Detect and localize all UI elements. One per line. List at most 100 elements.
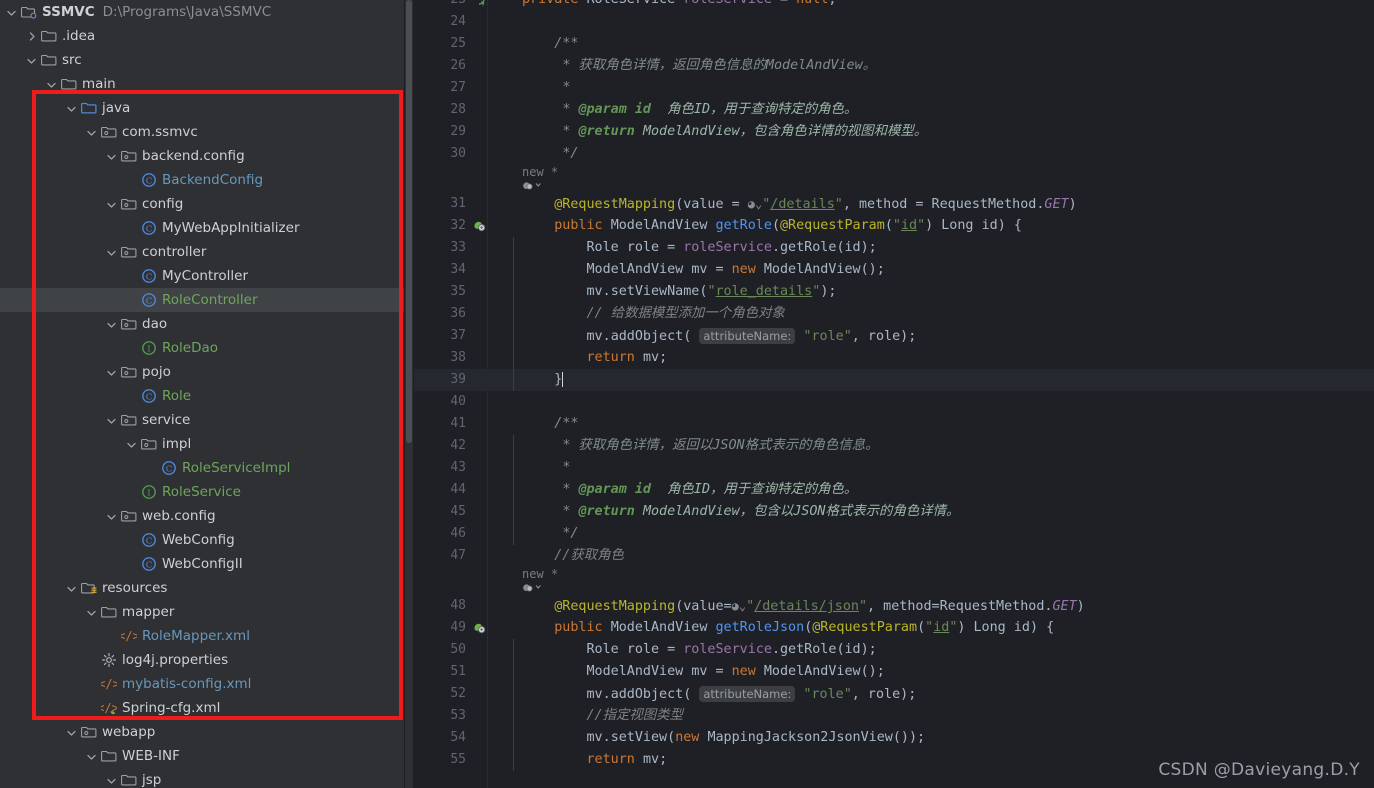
tree-item-webapp[interactable]: webapp bbox=[0, 720, 404, 744]
tree-item-ssmvc[interactable]: SSMVC D:\Programs\Java\SSMVC bbox=[0, 0, 404, 24]
chevron-down-icon[interactable] bbox=[106, 367, 117, 378]
tree-item-com-ssmvc[interactable]: com.ssmvc bbox=[0, 120, 404, 144]
gutter-bean-icon[interactable] bbox=[472, 620, 488, 636]
tree-item-backend-config[interactable]: backend.config bbox=[0, 144, 404, 168]
code-line-26[interactable]: 26 * 获取角色详情，返回角色信息的ModelAndView。 bbox=[414, 55, 1374, 77]
tree-item-mapper[interactable]: mapper bbox=[0, 600, 404, 624]
code-line-41[interactable]: 41 /** bbox=[414, 413, 1374, 435]
tree-item-roledao[interactable]: I RoleDao bbox=[0, 336, 404, 360]
tree-item-webconfig[interactable]: C WebConfig bbox=[0, 528, 404, 552]
code-line-51[interactable]: 51 ModelAndView mv = new ModelAndView(); bbox=[414, 661, 1374, 683]
code-line-40[interactable]: 40 bbox=[414, 391, 1374, 413]
chevron-right-icon[interactable] bbox=[26, 31, 37, 42]
code-line-39[interactable]: 39 } bbox=[414, 369, 1374, 391]
tree-item-web-inf[interactable]: WEB-INF bbox=[0, 744, 404, 768]
tree-item-mywebappinitializer[interactable]: C MyWebAppInitializer bbox=[0, 216, 404, 240]
code-line-54[interactable]: 54 mv.setView(new MappingJackson2JsonVie… bbox=[414, 727, 1374, 749]
chevron-down-icon[interactable] bbox=[66, 727, 77, 738]
chevron-down-icon[interactable] bbox=[106, 247, 117, 258]
tree-item-main[interactable]: main bbox=[0, 72, 404, 96]
spring-bean-gutter-icon[interactable] bbox=[522, 179, 544, 193]
tree-item-mybatis-config-xml[interactable]: </> mybatis-config.xml bbox=[0, 672, 404, 696]
scrollbar-thumb[interactable] bbox=[406, 0, 412, 443]
tree-item-role[interactable]: C Role bbox=[0, 384, 404, 408]
chevron-down-icon[interactable] bbox=[86, 127, 97, 138]
tree-item-rolemapper-xml[interactable]: </> RoleMapper.xml bbox=[0, 624, 404, 648]
tree-item-dao[interactable]: dao bbox=[0, 312, 404, 336]
gutter-bean-icon[interactable] bbox=[472, 218, 488, 234]
chevron-down-icon[interactable] bbox=[126, 439, 137, 450]
code-line-27[interactable]: 27 * bbox=[414, 77, 1374, 99]
code-line-23[interactable]: 23 private RoleService roleService = null… bbox=[414, 0, 1374, 11]
chevron-down-icon[interactable] bbox=[66, 103, 77, 114]
code-line-46[interactable]: 46 */ bbox=[414, 523, 1374, 545]
tree-item-pojo[interactable]: pojo bbox=[0, 360, 404, 384]
code-line-52[interactable]: 52 mv.addObject( attributeName: "role", … bbox=[414, 683, 1374, 705]
code-line-45[interactable]: 45 * @return ModelAndView，包含以JSON格式表示的角色… bbox=[414, 501, 1374, 523]
code-line-49[interactable]: 49 public ModelAndView getRoleJson(@Requ… bbox=[414, 617, 1374, 639]
chevron-down-icon[interactable] bbox=[106, 775, 117, 786]
tree-item-java[interactable]: java bbox=[0, 96, 404, 120]
chevron-down-icon[interactable] bbox=[86, 751, 97, 762]
code-line-31[interactable]: 31 @RequestMapping(value = ◕⌄"/details",… bbox=[414, 193, 1374, 215]
chevron-down-icon[interactable] bbox=[86, 607, 97, 618]
chevron-down-icon[interactable] bbox=[46, 79, 57, 90]
code-line-48[interactable]: 48 @RequestMapping(value=◕⌄"/details/jso… bbox=[414, 595, 1374, 617]
tree-item-mycontroller[interactable]: C MyController bbox=[0, 264, 404, 288]
tree-item-impl[interactable]: impl bbox=[0, 432, 404, 456]
code-line-28[interactable]: 28 * @param id 角色ID，用于查询特定的角色。 bbox=[414, 99, 1374, 121]
chevron-down-icon[interactable] bbox=[106, 151, 117, 162]
tree-item-rolecontroller[interactable]: C RoleController bbox=[0, 288, 404, 312]
project-tree-scrollbar[interactable] bbox=[405, 0, 413, 788]
code-line-50[interactable]: 50 Role role = roleService.getRole(id); bbox=[414, 639, 1374, 661]
code-line-47[interactable]: 47 //获取角色 bbox=[414, 545, 1374, 567]
line-number: 42 bbox=[450, 438, 466, 453]
line-number: 55 bbox=[450, 752, 466, 767]
code-line-44[interactable]: 44 * @param id 角色ID，用于查询特定的角色。 bbox=[414, 479, 1374, 501]
code-line-53[interactable]: 53 //指定视图类型 bbox=[414, 705, 1374, 727]
tree-item-roleserviceimpl[interactable]: C RoleServiceImpl bbox=[0, 456, 404, 480]
folder-icon bbox=[41, 52, 57, 68]
spring-bean-gutter-icon[interactable] bbox=[522, 581, 544, 595]
chevron-down-icon[interactable] bbox=[106, 511, 117, 522]
chevron-down-icon[interactable] bbox=[106, 319, 117, 330]
tree-item-config[interactable]: config bbox=[0, 192, 404, 216]
tree-item--idea[interactable]: .idea bbox=[0, 24, 404, 48]
gutter-override-icon[interactable] bbox=[472, 0, 488, 8]
chevron-down-icon[interactable] bbox=[26, 55, 37, 66]
line-number: 26 bbox=[450, 58, 466, 73]
code-line-33[interactable]: 33 Role role = roleService.getRole(id); bbox=[414, 237, 1374, 259]
code-line-24[interactable]: 24 bbox=[414, 11, 1374, 33]
code-line-38[interactable]: 38 return mv; bbox=[414, 347, 1374, 369]
code-line-43[interactable]: 43 * bbox=[414, 457, 1374, 479]
tree-item-web-config[interactable]: web.config bbox=[0, 504, 404, 528]
tree-item-resources[interactable]: resources bbox=[0, 576, 404, 600]
code-line-29[interactable]: 29 * @return ModelAndView，包含角色详情的视图和模型。 bbox=[414, 121, 1374, 143]
code-line-37[interactable]: 37 mv.addObject( attributeName: "role", … bbox=[414, 325, 1374, 347]
code-line-30[interactable]: 30 */ bbox=[414, 143, 1374, 165]
tree-item-spring-cfg-xml[interactable]: </> Spring-cfg.xml bbox=[0, 696, 404, 720]
code-line-35[interactable]: 35 mv.setViewName("role_details"); bbox=[414, 281, 1374, 303]
tree-item-webconfigii[interactable]: C WebConfigII bbox=[0, 552, 404, 576]
project-tree-panel[interactable]: SSMVC D:\Programs\Java\SSMVC .idea src main j… bbox=[0, 0, 404, 788]
code-line-32[interactable]: 32 public ModelAndView getRole(@RequestP… bbox=[414, 215, 1374, 237]
tree-item-label: com.ssmvc bbox=[122, 124, 198, 140]
tree-item-backendconfig[interactable]: C BackendConfig bbox=[0, 168, 404, 192]
tree-item-src[interactable]: src bbox=[0, 48, 404, 72]
code-editor[interactable]: 23 private RoleService roleService = null… bbox=[414, 0, 1374, 788]
code-line-34[interactable]: 34 ModelAndView mv = new ModelAndView(); bbox=[414, 259, 1374, 281]
chevron-down-icon[interactable] bbox=[6, 7, 17, 18]
code-line-42[interactable]: 42 * 获取角色详情，返回以JSON格式表示的角色信息。 bbox=[414, 435, 1374, 457]
chevron-down-icon[interactable] bbox=[106, 415, 117, 426]
chevron-down-icon[interactable] bbox=[66, 583, 77, 594]
tree-item-roleservice[interactable]: I RoleService bbox=[0, 480, 404, 504]
code-line-36[interactable]: 36 // 给数据模型添加一个角色对象 bbox=[414, 303, 1374, 325]
tree-item-log4j-properties[interactable]: log4j.properties bbox=[0, 648, 404, 672]
tree-item-service[interactable]: service bbox=[0, 408, 404, 432]
package-icon bbox=[141, 436, 157, 452]
chevron-down-icon[interactable] bbox=[106, 199, 117, 210]
code-text: */ bbox=[562, 526, 579, 541]
tree-item-jsp[interactable]: jsp bbox=[0, 768, 404, 788]
tree-item-controller[interactable]: controller bbox=[0, 240, 404, 264]
code-line-25[interactable]: 25 /** bbox=[414, 33, 1374, 55]
